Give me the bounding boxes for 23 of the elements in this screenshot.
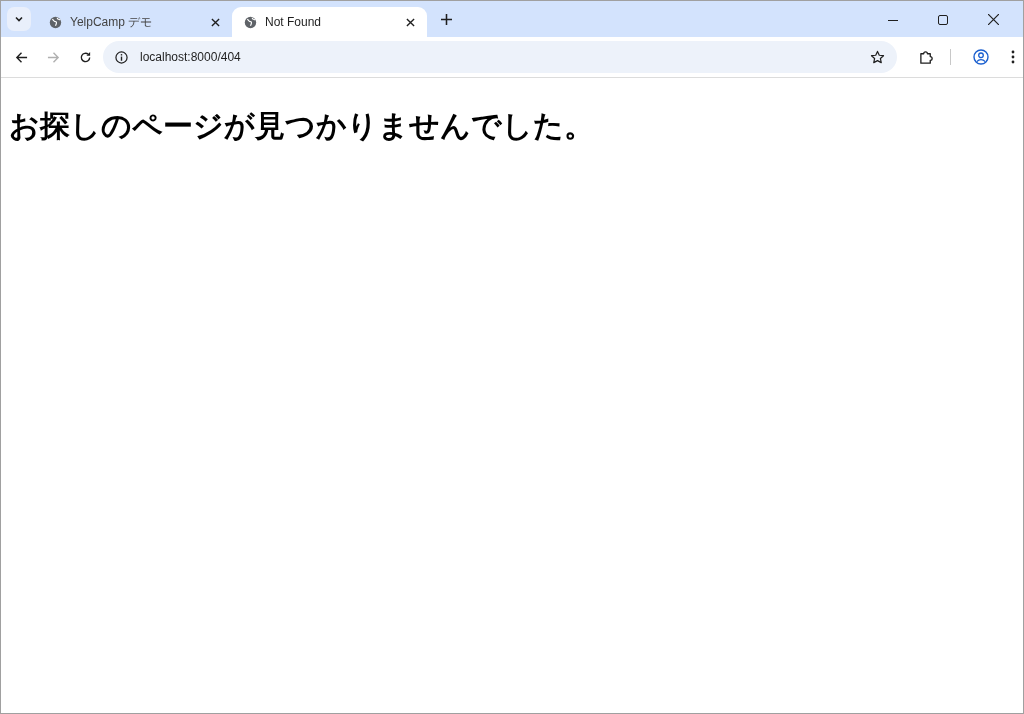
puzzle-piece-icon[interactable] — [919, 49, 934, 65]
close-icon[interactable] — [988, 14, 999, 25]
globe-icon — [244, 15, 257, 29]
tab-search-button[interactable] — [7, 7, 31, 31]
globe-icon — [49, 15, 62, 29]
close-icon[interactable] — [211, 17, 220, 27]
reload-icon[interactable] — [79, 50, 92, 64]
address-bar[interactable]: localhost:8000/404 — [103, 41, 897, 73]
info-icon — [115, 50, 128, 64]
close-icon[interactable] — [406, 17, 415, 27]
url-text: localhost:8000/404 — [140, 50, 241, 64]
browser-tab[interactable]: Not Found — [232, 7, 427, 37]
tab-title: Not Found — [265, 15, 323, 29]
profile-icon[interactable] — [973, 49, 989, 65]
more-options-icon[interactable] — [1011, 50, 1015, 64]
tab-title: YelpCamp デモ — [70, 13, 154, 31]
page-heading: お探しのページが見つかりませんでした。 — [9, 107, 595, 145]
star-icon[interactable] — [870, 49, 885, 65]
back-arrow-icon[interactable] — [15, 50, 28, 64]
new-tab-icon[interactable] — [441, 14, 452, 25]
browser-tab[interactable]: YelpCamp デモ — [37, 7, 232, 37]
maximize-icon[interactable] — [938, 15, 948, 25]
caret-icon — [14, 14, 24, 24]
